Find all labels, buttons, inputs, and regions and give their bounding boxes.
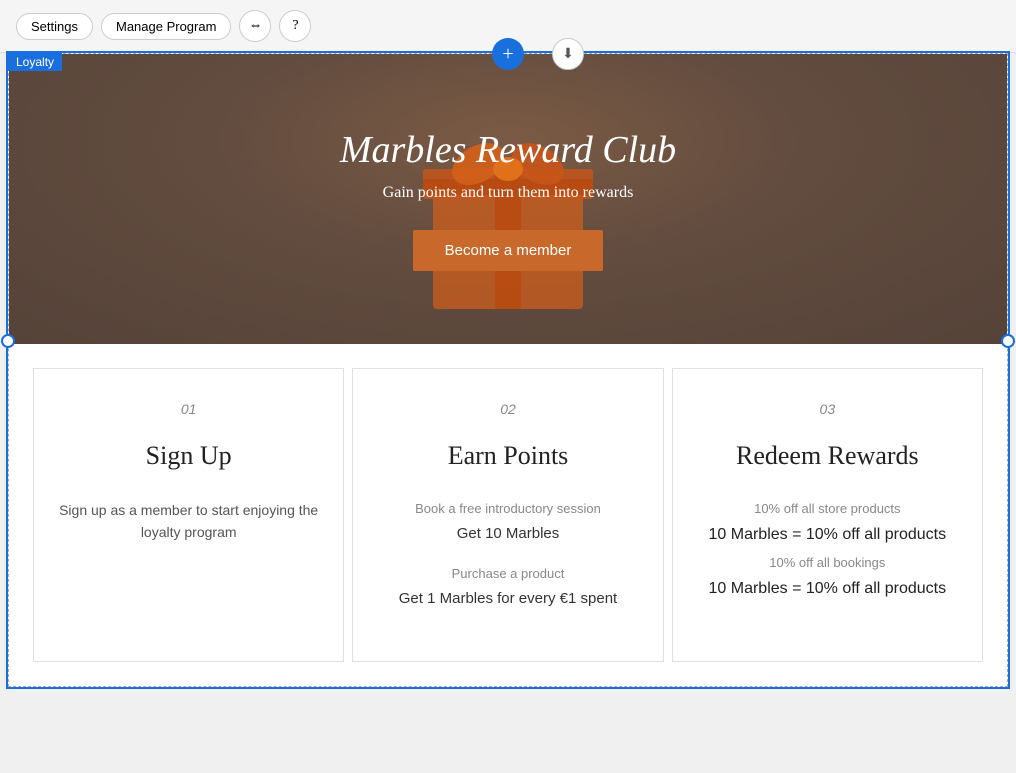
help-icon-button[interactable]: ? bbox=[279, 10, 311, 42]
reward2-value: 10 Marbles = 10% off all products bbox=[697, 576, 958, 602]
card-title-3: Redeem Rewards bbox=[697, 441, 958, 471]
add-section-button[interactable]: + bbox=[492, 38, 524, 70]
reward2-label: 10% off all bookings bbox=[697, 553, 958, 574]
card-body-2: Book a free introductory session Get 10 … bbox=[377, 499, 638, 611]
card-number-1: 01 bbox=[58, 401, 319, 417]
card-body-1: Sign up as a member to start enjoying th… bbox=[58, 499, 319, 544]
download-icon: ⬇ bbox=[562, 46, 574, 63]
hero-subtitle: Gain points and turn them into rewards bbox=[340, 184, 676, 202]
hero-section: Marbles Reward Club Gain points and turn… bbox=[9, 54, 1007, 344]
reward1-label: 10% off all store products bbox=[697, 499, 958, 520]
card-earn-points: 02 Earn Points Book a free introductory … bbox=[352, 368, 663, 662]
become-member-button[interactable]: Become a member bbox=[413, 230, 604, 271]
card-signup: 01 Sign Up Sign up as a member to start … bbox=[33, 368, 344, 662]
hero-content: Marbles Reward Club Gain points and turn… bbox=[340, 128, 676, 271]
card-body-3: 10% off all store products 10 Marbles = … bbox=[697, 499, 958, 602]
earn-item1-label: Book a free introductory session bbox=[377, 499, 638, 520]
manage-program-button[interactable]: Manage Program bbox=[101, 13, 231, 40]
settings-button[interactable]: Settings bbox=[16, 13, 93, 40]
card-number-3: 03 bbox=[697, 401, 958, 417]
reward1-value: 10 Marbles = 10% off all products bbox=[697, 522, 958, 548]
earn-item2-label: Purchase a product bbox=[377, 564, 638, 585]
help-icon: ? bbox=[292, 18, 298, 34]
switch-icon: ⇔ bbox=[248, 18, 262, 34]
card-redeem-rewards: 03 Redeem Rewards 10% off all store prod… bbox=[672, 368, 983, 662]
right-handle[interactable] bbox=[1001, 334, 1015, 348]
card-title-2: Earn Points bbox=[377, 441, 638, 471]
download-button[interactable]: ⬇ bbox=[552, 38, 584, 70]
card-title-1: Sign Up bbox=[58, 441, 319, 471]
hero-title: Marbles Reward Club bbox=[340, 128, 676, 172]
cards-section: 01 Sign Up Sign up as a member to start … bbox=[9, 344, 1007, 686]
card-description-1: Sign up as a member to start enjoying th… bbox=[58, 499, 319, 544]
left-handle[interactable] bbox=[1, 334, 15, 348]
switch-icon-button[interactable]: ⇔ bbox=[239, 10, 271, 42]
earn-item2-value: Get 1 Marbles for every €1 spent bbox=[377, 587, 638, 611]
card-number-2: 02 bbox=[377, 401, 638, 417]
loyalty-block: Loyalty + ⬇ bbox=[8, 53, 1008, 687]
loyalty-label: Loyalty bbox=[8, 53, 62, 71]
earn-item1-value: Get 10 Marbles bbox=[377, 522, 638, 546]
